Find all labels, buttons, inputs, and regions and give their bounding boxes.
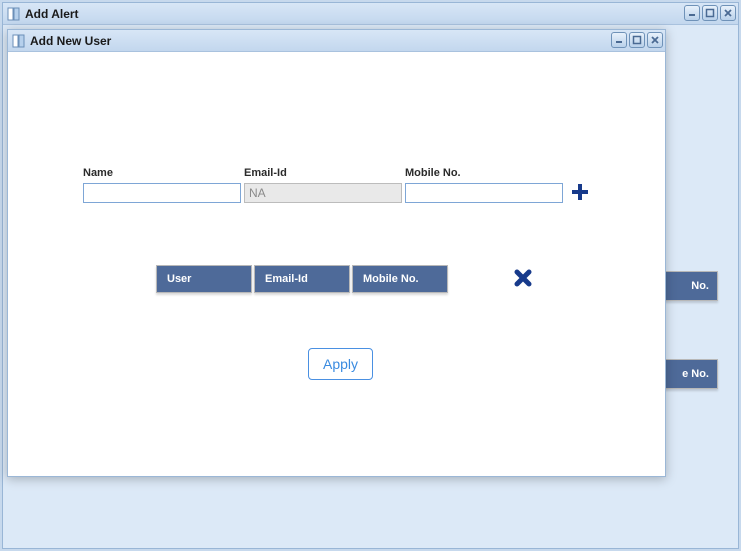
close-button[interactable] [647, 32, 663, 48]
email-column: Email-Id [244, 167, 402, 203]
minimize-button[interactable] [684, 5, 700, 21]
users-table-header-row: User Email-Id Mobile No. [156, 265, 532, 293]
inner-window-controls [611, 32, 663, 48]
mobile-column: Mobile No. [405, 167, 563, 203]
apply-button-label: Apply [323, 356, 358, 372]
window-icon [7, 7, 21, 21]
name-column: Name [83, 167, 241, 203]
outer-window-controls [684, 5, 736, 21]
column-header-email-label: Email-Id [265, 273, 308, 285]
email-label: Email-Id [244, 167, 402, 179]
user-form-row: Name Email-Id Mobile No. [83, 167, 590, 203]
column-header-user-label: User [167, 273, 191, 285]
column-header-email[interactable]: Email-Id [254, 265, 350, 293]
inner-body: Name Email-Id Mobile No. [8, 52, 665, 476]
plus-icon [570, 182, 590, 205]
add-new-user-titlebar: Add New User [8, 30, 665, 52]
column-header-user[interactable]: User [156, 265, 252, 293]
add-new-user-window: Add New User Name Email-Id [7, 29, 666, 477]
background-header-2-label: e No. [682, 368, 709, 380]
mobile-input[interactable] [405, 183, 563, 203]
name-input[interactable] [83, 183, 241, 203]
email-input [244, 183, 402, 203]
mobile-label: Mobile No. [405, 167, 563, 179]
window-icon [12, 34, 26, 48]
maximize-button[interactable] [702, 5, 718, 21]
add-alert-title: Add Alert [25, 7, 79, 21]
outer-body: No. e No. Add New User Name [3, 25, 738, 548]
column-header-mobile[interactable]: Mobile No. [352, 265, 448, 293]
name-label: Name [83, 167, 241, 179]
add-row-button[interactable] [570, 183, 590, 203]
background-header-1-label: No. [691, 280, 709, 292]
column-header-mobile-label: Mobile No. [363, 273, 419, 285]
add-alert-window: Add Alert No. e No. Add New User [2, 2, 739, 549]
close-button[interactable] [720, 5, 736, 21]
maximize-button[interactable] [629, 32, 645, 48]
minimize-button[interactable] [611, 32, 627, 48]
apply-button[interactable]: Apply [308, 348, 373, 380]
add-new-user-title: Add New User [30, 34, 111, 48]
close-x-icon [514, 269, 532, 290]
add-alert-titlebar: Add Alert [3, 3, 738, 25]
remove-row-button[interactable] [514, 269, 532, 290]
